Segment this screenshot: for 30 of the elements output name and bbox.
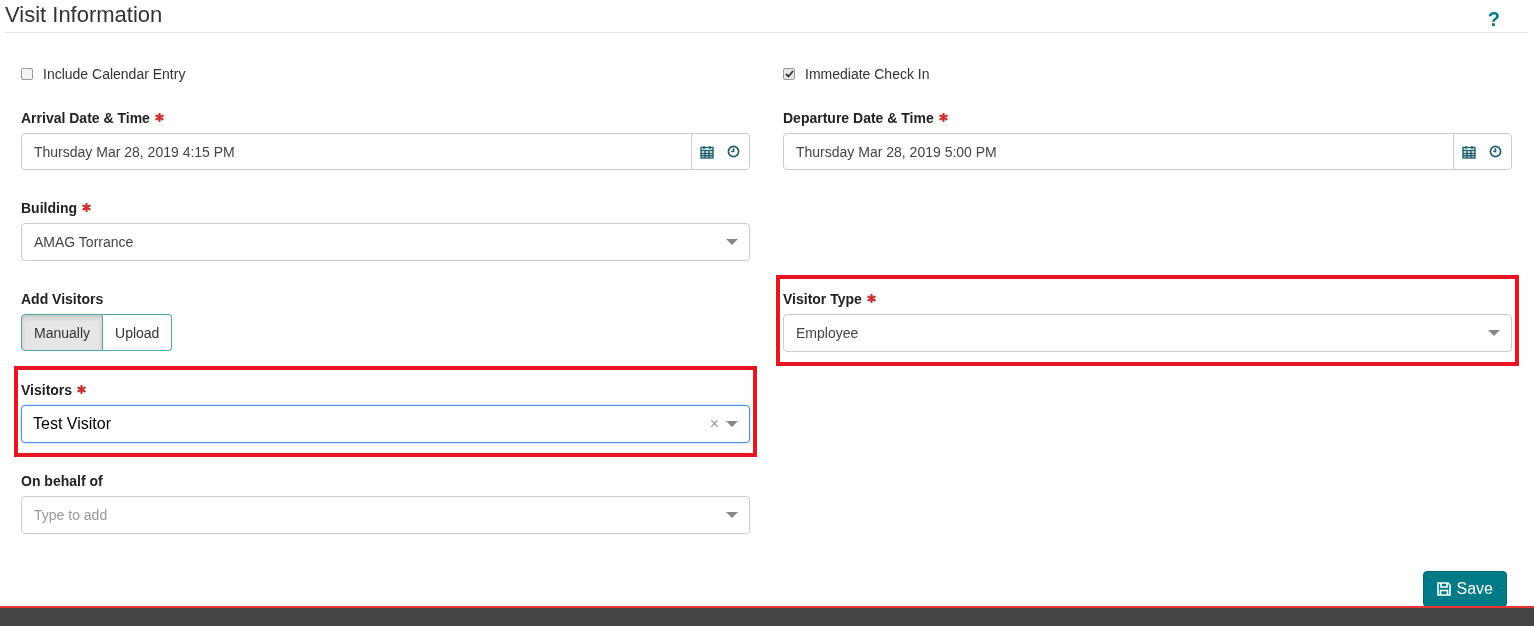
page-title: Visit Information: [5, 2, 163, 28]
toggle-button[interactable]: Manually: [21, 314, 104, 351]
field-label: Arrival Date & Time: [21, 109, 150, 126]
select-field[interactable]: AMAG Torrance: [21, 223, 750, 261]
field-label: Visitor Type: [783, 290, 862, 307]
select-field[interactable]: Employee: [783, 314, 1512, 352]
date-time-field[interactable]: Thursday Mar 28, 2019 4:15 PM: [21, 133, 750, 170]
clock-icon[interactable]: [727, 145, 740, 158]
help-link[interactable]: ?: [1487, 7, 1500, 31]
field-label: Visitors: [21, 381, 73, 398]
dropdown-caret-icon[interactable]: [726, 420, 738, 428]
checkbox-label: Include Calendar Entry: [43, 66, 186, 82]
dropdown-caret-icon[interactable]: [1488, 329, 1500, 337]
checkbox-label: Immediate Check In: [805, 66, 930, 82]
checkbox[interactable]: [783, 68, 795, 80]
floppy-disk-icon: [1436, 582, 1451, 596]
field-label: On behalf of: [21, 472, 103, 489]
select-field[interactable]: Test Visitor ×: [21, 405, 750, 443]
field-label: Departure Date & Time: [783, 109, 934, 126]
calendar-icon[interactable]: [700, 144, 714, 159]
toggle-button[interactable]: Upload: [103, 314, 173, 351]
dropdown-caret-icon[interactable]: [726, 511, 738, 519]
clock-icon[interactable]: [1489, 145, 1502, 158]
save-button[interactable]: Save: [1422, 571, 1507, 607]
field-label: Building: [21, 199, 77, 216]
field-label: Add Visitors: [21, 290, 104, 307]
checkbox[interactable]: [21, 68, 33, 80]
date-time-field[interactable]: Thursday Mar 28, 2019 5:00 PM: [783, 133, 1512, 170]
calendar-icon[interactable]: [1462, 144, 1476, 159]
dropdown-caret-icon[interactable]: [726, 238, 738, 246]
